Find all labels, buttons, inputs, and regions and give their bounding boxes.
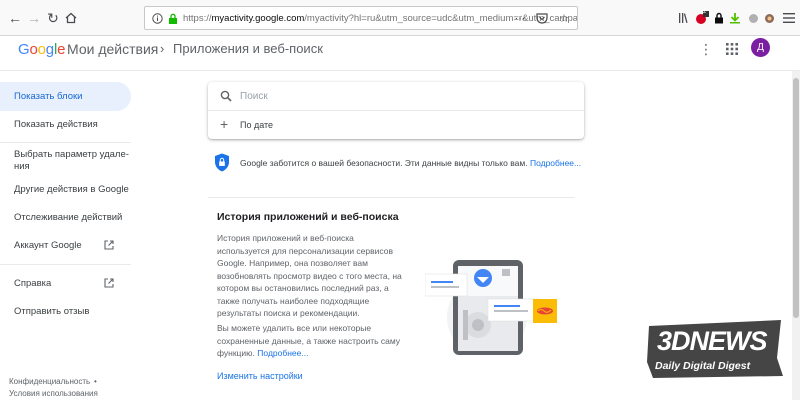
- apps-grid-icon[interactable]: [726, 42, 738, 58]
- search-input[interactable]: [240, 88, 570, 104]
- sidebar-item-delete-option[interactable]: Выбрать параметр удале- ния: [0, 148, 131, 174]
- sidebar-divider: [0, 142, 131, 143]
- sidebar-divider: [0, 264, 131, 265]
- sidebar-item-label: Показать блоки: [14, 91, 83, 102]
- scrollbar-thumb[interactable]: [793, 78, 799, 318]
- sidebar-item-label: Выбрать параметр удале- ния: [14, 149, 129, 172]
- sidebar-item-label: Другие действия в Google: [14, 184, 129, 195]
- app-header: Google Мои действия › Приложения и веб-п…: [0, 36, 800, 62]
- content-divider: [208, 197, 575, 198]
- reload-icon[interactable]: ↻: [44, 9, 62, 27]
- lock-icon[interactable]: [167, 12, 179, 24]
- watermark-main: 3DNEWS: [657, 326, 768, 356]
- privacy-message: Google заботится о вашей безопасности. Э…: [240, 158, 528, 168]
- info-icon[interactable]: [151, 12, 163, 24]
- home-icon[interactable]: [62, 9, 80, 27]
- privacy-learn-more-link[interactable]: Подробнее...: [530, 158, 581, 168]
- search-row: [208, 82, 584, 110]
- sidebar-item-help[interactable]: Справка: [0, 269, 131, 298]
- back-icon[interactable]: ←: [6, 9, 24, 27]
- privacy-notice: Google заботится о вашей безопасности. Э…: [214, 153, 594, 173]
- sidebar-item-label: Аккаунт Google: [14, 240, 82, 251]
- pocket-icon[interactable]: [535, 11, 549, 25]
- download-icon[interactable]: [727, 10, 743, 26]
- sidebar-item-label: Показать действия: [14, 119, 98, 130]
- watermark-logo: 3DNEWS Daily Digital Digest: [645, 318, 785, 380]
- shield-lock-icon: [215, 153, 229, 172]
- badge-count: 2: [703, 9, 707, 15]
- section-description-2: Вы можете удалить все или некоторые сохр…: [217, 322, 402, 360]
- sidebar-item-activity-controls[interactable]: Отслеживание действий: [0, 203, 131, 232]
- google-logo[interactable]: Google: [18, 41, 65, 58]
- terms-link[interactable]: Условия использования: [9, 389, 98, 398]
- delete-hint-text: Вы можете удалить все или некоторые сохр…: [217, 323, 401, 358]
- forward-icon[interactable]: →: [25, 9, 43, 27]
- sidebar-item-show-bundles[interactable]: Показать блоки: [0, 82, 131, 111]
- extension-dot-icon[interactable]: [761, 10, 777, 26]
- history-illustration: [425, 260, 557, 355]
- watermark-sub: Daily Digital Digest: [655, 360, 751, 372]
- more-vert-icon[interactable]: ⋮: [699, 41, 713, 58]
- browser-toolbar: ← → ↻ https://myactivity.google.com/myac…: [0, 0, 800, 36]
- bookmark-star-icon[interactable]: ☆: [557, 11, 571, 25]
- section-title: История приложений и веб-поиска: [217, 211, 399, 223]
- lock-extension-icon[interactable]: [711, 10, 727, 26]
- url-bar[interactable]: https://myactivity.google.com/myactivity…: [144, 6, 578, 30]
- library-icon[interactable]: [676, 10, 692, 26]
- sidebar-item-other-activity[interactable]: Другие действия в Google: [0, 175, 131, 204]
- sidebar-item-show-activity[interactable]: Показать действия: [0, 110, 131, 139]
- search-icon: [220, 90, 232, 102]
- change-settings-link[interactable]: Изменить настройки: [217, 371, 303, 381]
- sidebar-item-label: Отслеживание действий: [14, 212, 123, 223]
- learn-more-link[interactable]: Подробнее...: [257, 348, 308, 358]
- section-description: История приложений и веб-поиска использу…: [217, 233, 402, 318]
- page-actions-icon[interactable]: ⋯: [513, 11, 527, 25]
- extension-circle-icon[interactable]: [745, 10, 761, 26]
- sidebar-item-google-account[interactable]: Аккаунт Google: [0, 231, 131, 260]
- header-divider: [0, 70, 800, 71]
- addon-badge-icon[interactable]: 2: [694, 9, 710, 26]
- date-filter-row[interactable]: + По дате: [208, 111, 584, 139]
- privacy-text: Google заботится о вашей безопасности. Э…: [240, 158, 581, 168]
- external-link-icon: [104, 278, 114, 288]
- avatar[interactable]: Д: [751, 38, 770, 57]
- app-title[interactable]: Мои действия: [67, 41, 158, 57]
- privacy-link[interactable]: Конфиденциальность: [9, 377, 90, 386]
- search-card: + По дате: [208, 82, 584, 139]
- date-filter-label: По дате: [240, 120, 274, 130]
- plus-icon: +: [220, 116, 229, 132]
- external-link-icon: [104, 240, 114, 250]
- hamburger-menu-icon[interactable]: [781, 10, 797, 26]
- sidebar-item-send-feedback[interactable]: Отправить отзыв: [0, 297, 131, 326]
- sidebar-item-label: Справка: [14, 278, 52, 289]
- breadcrumb: Приложения и веб-поиск: [173, 41, 323, 56]
- footer-bullet: •: [94, 377, 97, 386]
- chevron-right-icon: ›: [160, 41, 165, 56]
- sidebar-item-label: Отправить отзыв: [14, 306, 90, 317]
